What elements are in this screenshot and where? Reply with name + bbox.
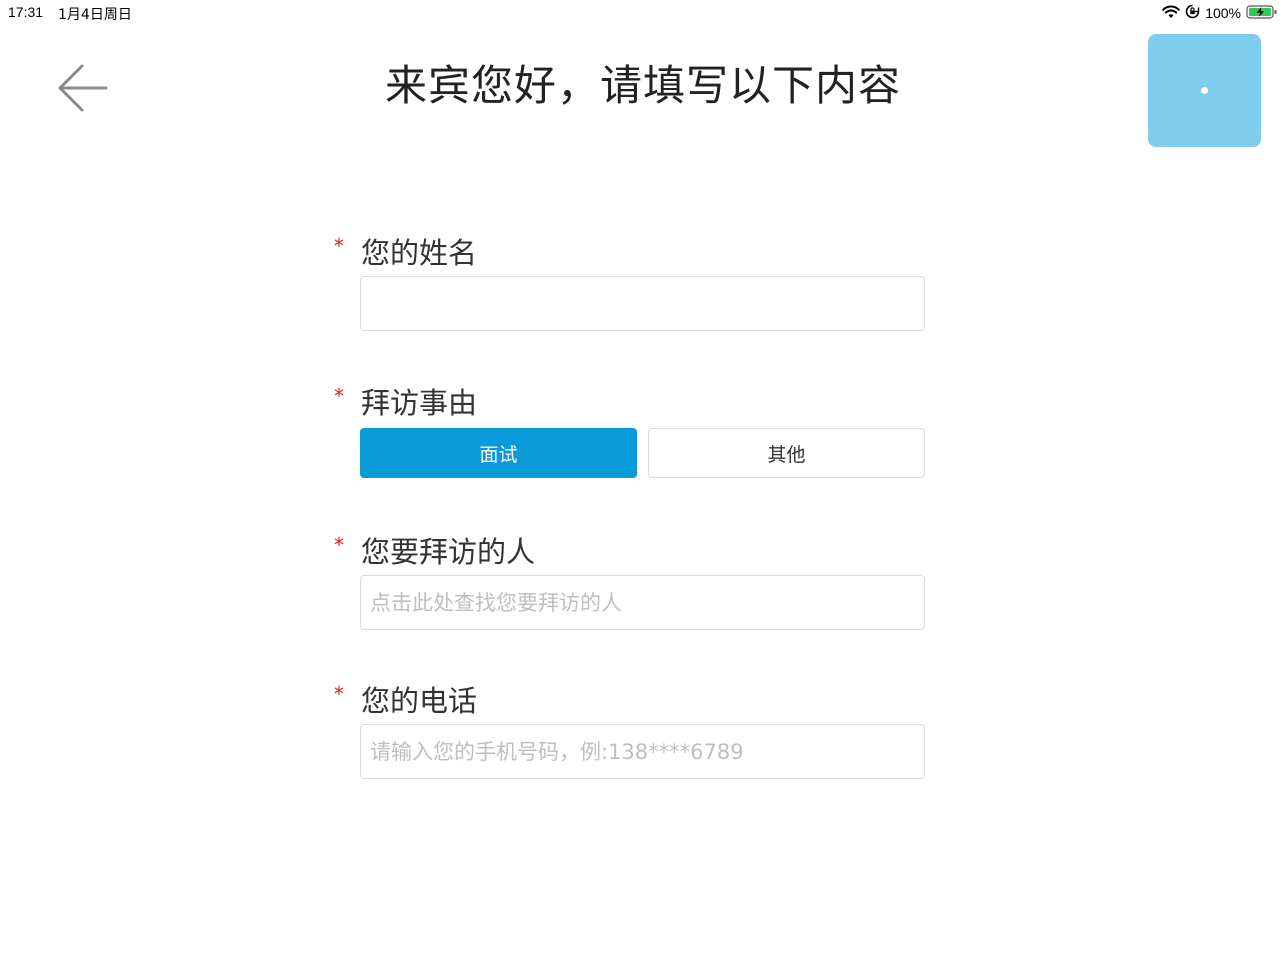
- reason-option-other[interactable]: 其他: [648, 428, 925, 478]
- name-input[interactable]: [360, 276, 925, 331]
- page-title: 来宾您好，请填写以下内容: [384, 61, 901, 110]
- status-icons: 100%: [1162, 3, 1278, 23]
- required-mark: *: [334, 533, 344, 557]
- status-bar: 17:31 1月4日周日 100%: [0, 0, 1286, 26]
- required-mark: *: [334, 682, 344, 706]
- status-time: 17:31: [8, 4, 44, 20]
- dot-icon: [1201, 87, 1208, 94]
- wifi-icon: [1162, 5, 1180, 22]
- phone-input[interactable]: [360, 724, 925, 779]
- name-label: 您的姓名: [361, 236, 478, 270]
- corner-button[interactable]: [1148, 34, 1261, 147]
- phone-label: 您的电话: [361, 684, 478, 718]
- reason-label: 拜访事由: [361, 386, 478, 420]
- reason-options: 面试 其他: [360, 428, 926, 479]
- host-search-input[interactable]: [360, 575, 925, 630]
- status-date: 1月4日周日: [58, 7, 132, 23]
- battery-percent: 100%: [1205, 5, 1241, 21]
- host-label: 您要拜访的人: [361, 535, 536, 569]
- battery-charging-icon: [1246, 4, 1278, 23]
- required-mark: *: [334, 234, 344, 258]
- orientation-lock-icon: [1185, 4, 1200, 22]
- required-mark: *: [334, 384, 344, 408]
- reason-option-interview[interactable]: 面试: [360, 428, 637, 478]
